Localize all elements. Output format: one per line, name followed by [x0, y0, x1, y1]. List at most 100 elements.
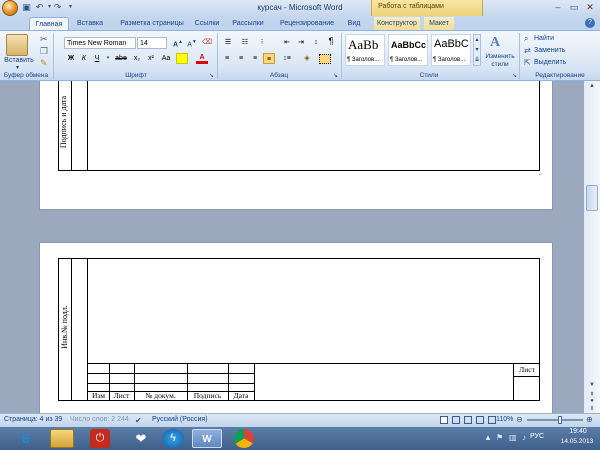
font-name-field[interactable]: Times New Roman — [64, 37, 136, 49]
prev-page-icon[interactable]: ⇞ — [586, 391, 598, 398]
vertical-scrollbar[interactable] — [584, 81, 600, 413]
find-icon[interactable]: ⌕ — [524, 34, 528, 44]
font-size-field[interactable]: 14 — [137, 37, 167, 49]
tray-flag-icon[interactable]: ⚑ — [496, 433, 503, 442]
full-screen-view-icon[interactable] — [452, 416, 460, 424]
change-case-icon[interactable]: Aa — [159, 53, 173, 64]
highlight-icon[interactable] — [176, 53, 188, 64]
change-styles-icon[interactable]: A — [490, 35, 508, 51]
font-color-icon[interactable]: A — [196, 52, 208, 64]
print-layout-view-icon[interactable] — [440, 416, 448, 424]
replace-button[interactable]: Заменить — [534, 45, 574, 56]
decrease-indent-icon[interactable]: ⇤ — [281, 37, 293, 48]
zoom-level[interactable]: 110% — [496, 414, 513, 426]
tray-language[interactable]: РУС — [530, 433, 544, 440]
italic-button[interactable]: К — [79, 53, 89, 64]
tab-page-layout[interactable]: Разметка страницы — [114, 17, 190, 30]
clear-formatting-icon[interactable]: ⌫ — [201, 37, 213, 48]
format-painter-icon[interactable]: ✎ — [40, 58, 48, 69]
change-styles-button[interactable]: Изменить стили — [483, 53, 517, 69]
proofing-icon[interactable]: ✔ — [135, 415, 142, 426]
style-tile-heading-3[interactable]: AaBbC ¶ Заголов... — [431, 34, 471, 66]
internet-explorer-icon[interactable]: e — [14, 429, 38, 448]
power-app-icon[interactable]: ⏻ — [90, 429, 110, 448]
bullets-icon[interactable]: ☰ — [221, 37, 235, 48]
tab-home[interactable]: Главная — [29, 17, 69, 30]
page-4[interactable]: Инв.№ подл. Изм Лист № докум. Подпись Да… — [39, 242, 553, 413]
replace-icon[interactable]: ⇄ — [524, 46, 531, 55]
select-button[interactable]: Выделить — [534, 57, 574, 68]
multilevel-list-icon[interactable]: ⁝ — [255, 37, 269, 48]
help-icon[interactable]: ? — [585, 18, 595, 28]
style-tile-heading-2[interactable]: AaBbCc ¶ Заголов... — [388, 34, 428, 66]
zoom-slider-track[interactable] — [527, 419, 583, 421]
cut-icon[interactable]: ✂ — [40, 34, 48, 45]
maximize-icon[interactable]: ▭ — [567, 1, 581, 13]
underline-dropdown-icon[interactable]: ▾ — [104, 53, 112, 64]
tab-design[interactable]: Конструктор — [374, 17, 420, 30]
browse-object-icon[interactable]: ● — [586, 398, 598, 404]
tray-volume-icon[interactable]: ♪ — [522, 433, 526, 442]
styles-dialog-launcher-icon[interactable]: ↘ — [512, 72, 517, 79]
grow-font-icon[interactable]: A▲ — [172, 37, 184, 48]
tab-layout[interactable]: Макет — [424, 17, 454, 30]
web-view-icon[interactable] — [464, 416, 472, 424]
tab-review[interactable]: Рецензирование — [276, 17, 338, 30]
select-icon[interactable]: ⇱ — [524, 58, 531, 67]
line-spacing-icon[interactable]: ↕≡ — [280, 53, 294, 64]
sort-icon[interactable]: ↕ — [310, 37, 322, 48]
tab-view[interactable]: Вид — [344, 17, 364, 30]
tab-insert[interactable]: Вставка — [72, 17, 108, 30]
close-icon[interactable]: ✕ — [583, 1, 597, 13]
outline-view-icon[interactable] — [476, 416, 484, 424]
tray-time[interactable]: 19:40 — [560, 428, 596, 435]
bold-button[interactable]: Ж — [66, 53, 76, 64]
align-left-icon[interactable]: ≡ — [221, 53, 233, 64]
status-page-count[interactable]: Страница: 4 из 39 — [4, 414, 62, 426]
tab-references[interactable]: Ссылки — [192, 17, 222, 30]
numbering-icon[interactable]: ☷ — [238, 37, 252, 48]
style-tile-heading-1[interactable]: AaBb ¶ Заголов... — [345, 34, 385, 66]
paragraph-dialog-launcher-icon[interactable]: ↘ — [333, 72, 338, 79]
justify-icon[interactable]: ≡ — [263, 53, 275, 64]
tray-date[interactable]: 14.05.2013 — [556, 438, 598, 445]
borders-icon[interactable] — [319, 54, 331, 64]
next-page-icon[interactable]: ⇟ — [586, 405, 598, 412]
tray-arrow-icon[interactable]: ▲ — [484, 433, 492, 442]
word-taskbar-icon[interactable]: W — [192, 429, 222, 448]
zoom-out-icon[interactable]: ⊖ — [516, 414, 523, 426]
font-dialog-launcher-icon[interactable]: ↘ — [209, 72, 214, 79]
minimize-icon[interactable]: – — [551, 1, 565, 13]
page-3[interactable]: Подпись и дата ⌐ — [39, 81, 553, 210]
strikethrough-icon[interactable]: abe — [115, 53, 127, 64]
styles-scroll-icon[interactable]: ▴ ▾ ⇊ — [473, 34, 481, 66]
paste-icon[interactable] — [6, 34, 28, 56]
underline-button[interactable]: Ч — [92, 53, 102, 64]
chrome-icon[interactable] — [234, 429, 254, 448]
scroll-up-icon[interactable]: ▲ — [586, 83, 598, 93]
increase-indent-icon[interactable]: ⇥ — [295, 37, 307, 48]
zoom-slider-thumb[interactable] — [558, 416, 562, 424]
draft-view-icon[interactable] — [488, 416, 496, 424]
scroll-thumb[interactable] — [586, 185, 598, 211]
status-word-count[interactable]: Число слов: 2 244 — [70, 414, 129, 426]
shading-icon[interactable]: ◈ — [300, 53, 314, 64]
bolt-app-icon[interactable]: ϟ — [162, 429, 184, 448]
tray-network-icon[interactable]: ▥ — [509, 433, 517, 442]
shrink-font-icon[interactable]: A▼ — [186, 37, 198, 48]
file-explorer-icon[interactable] — [50, 429, 74, 448]
status-language[interactable]: Русский (Россия) — [152, 414, 208, 426]
show-marks-icon[interactable]: ¶ — [325, 36, 337, 47]
zoom-in-icon[interactable]: ⊕ — [586, 414, 593, 426]
tab-mailings[interactable]: Рассылки — [230, 17, 266, 30]
scroll-down-icon[interactable]: ▼ — [586, 382, 598, 390]
media-app-icon[interactable]: ❤ — [129, 429, 153, 448]
document-area[interactable]: Подпись и дата ⌐ Инв.№ подл. Изм Лист № … — [0, 81, 584, 413]
paste-dropdown-icon[interactable]: ▾ — [16, 64, 19, 71]
align-center-icon[interactable]: ≡ — [235, 53, 247, 64]
find-button[interactable]: Найти — [534, 33, 568, 44]
subscript-icon[interactable]: x₂ — [131, 53, 143, 64]
align-right-icon[interactable]: ≡ — [249, 53, 261, 64]
copy-icon[interactable]: ❐ — [40, 46, 48, 57]
superscript-icon[interactable]: x² — [145, 53, 157, 64]
